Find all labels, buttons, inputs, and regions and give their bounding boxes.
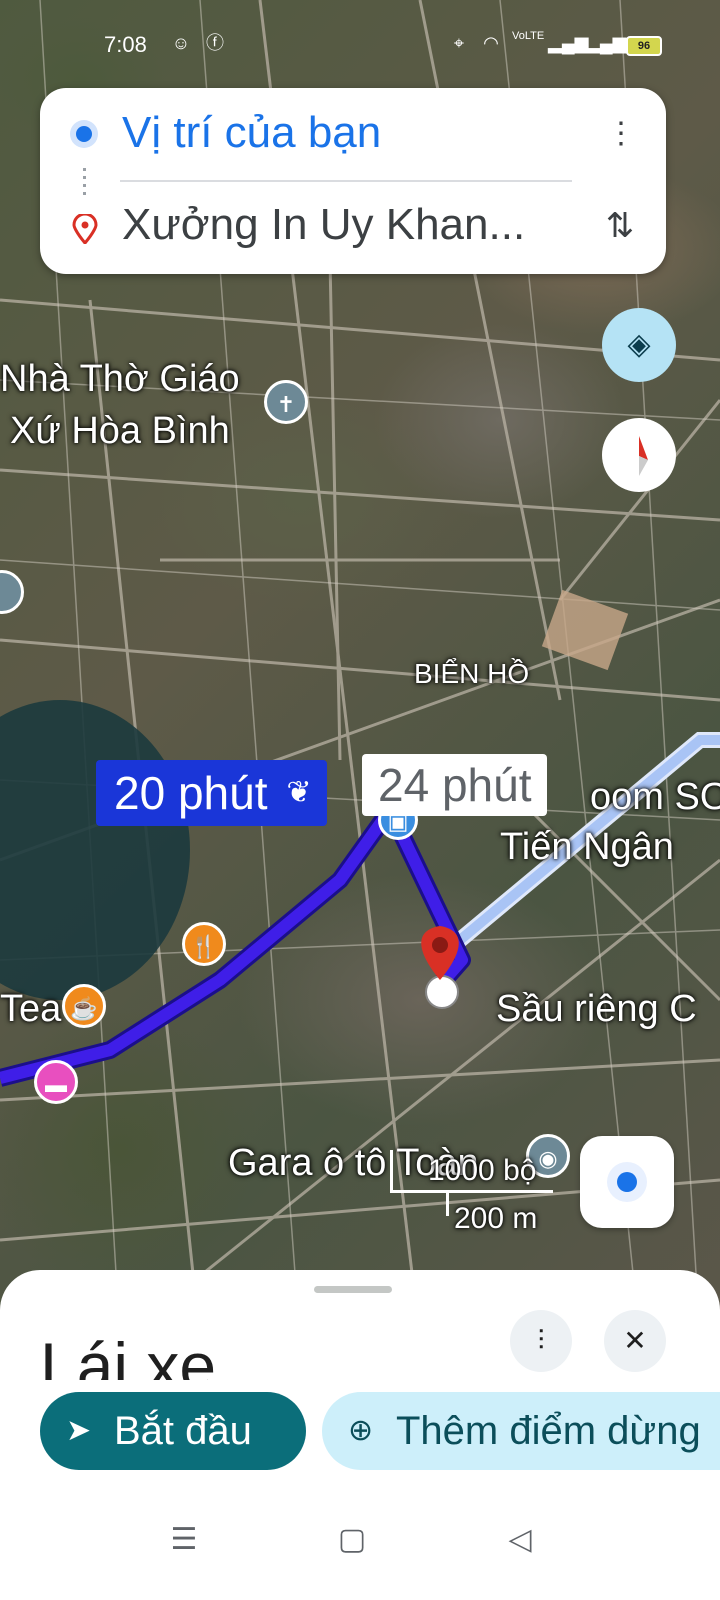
add-stop-icon: ⊕ <box>348 1414 374 1447</box>
tune-icon: ⫶ <box>537 1325 545 1356</box>
directions-card: Vị trí của bạn Xưởng In Uy Khan... ⋮ ⇅ <box>40 88 666 274</box>
church-icon[interactable]: ✝ <box>264 380 308 424</box>
my-location-button[interactable] <box>580 1136 674 1228</box>
layers-icon: ◈ <box>627 328 651 361</box>
navigation-arrow-icon: ➤ <box>66 1414 92 1447</box>
sheet-title: Lái xe <box>40 1329 217 1380</box>
scale-feet: 1000 bộ <box>428 1154 537 1187</box>
hotel-icon[interactable]: ▬ <box>34 1060 78 1104</box>
map-label-tea: Tea <box>0 988 62 1030</box>
start-label: Bắt đầu <box>114 1409 252 1453</box>
my-location-icon <box>617 1172 637 1192</box>
destination-marker-icon <box>72 214 98 244</box>
status-bar: 7:08 ☺ ⓕ ⌖ ◠ VoLTE ▂▄▆ ▂▄▆ 96 <box>0 28 720 62</box>
route-time-alt[interactable]: 24 phút <box>362 754 548 816</box>
scale-meters: 200 m <box>454 1202 538 1235</box>
map-label-area: BIỂN HỒ <box>414 658 530 689</box>
eco-leaf-icon: ❦ <box>286 776 312 809</box>
back-icon[interactable]: ◁ <box>500 1520 540 1560</box>
add-stop-button[interactable]: ⊕ Thêm điểm dừng <box>322 1392 720 1470</box>
menu-icon[interactable]: ☰ <box>164 1520 204 1560</box>
swap-icon[interactable]: ⇅ <box>600 204 640 248</box>
divider <box>120 180 572 182</box>
scale-tick <box>446 1190 449 1216</box>
system-nav-bar: ☰ ▢ ◁ <box>0 1490 720 1600</box>
map-view[interactable]: 7:08 ☺ ⓕ ⌖ ◠ VoLTE ▂▄▆ ▂▄▆ 96 Vị trí của… <box>0 0 720 1340</box>
origin-dot-icon <box>76 126 92 142</box>
map-label-sau-rieng: Sầu riêng C <box>496 988 697 1030</box>
home-icon[interactable]: ▢ <box>332 1520 372 1560</box>
restaurant-icon[interactable]: 🍴 <box>182 922 226 966</box>
destination-input[interactable]: Xưởng In Uy Khan... <box>122 200 525 250</box>
status-time: 7:08 <box>104 32 147 57</box>
route-time-primary-label: 20 phút <box>114 767 268 819</box>
signal-icon: ▂▄▆ <box>548 33 589 53</box>
compass-button[interactable] <box>602 418 676 492</box>
battery-icon: 96 <box>626 36 662 56</box>
route-time-primary[interactable]: 20 phút ❦ <box>96 760 328 826</box>
origin-input[interactable]: Vị trí của bạn <box>122 108 381 158</box>
map-label-church-1: Nhà Thờ Giáo <box>0 358 240 400</box>
wifi-icon: ◠ <box>483 33 499 53</box>
route-options-button[interactable]: ⫶ <box>510 1310 572 1372</box>
map-label-showroom: oom SO <box>590 776 720 818</box>
location-icon: ⌖ <box>453 33 465 53</box>
lake <box>0 700 190 1000</box>
layers-button[interactable]: ◈ <box>602 308 676 382</box>
signal-icon-2: ▂▄▆ <box>586 33 627 53</box>
start-button[interactable]: ➤ Bắt đầu <box>40 1392 306 1470</box>
smile-notification-icon: ☺ <box>171 33 191 53</box>
map-label-church-2: Xứ Hòa Bình <box>10 410 230 452</box>
close-button[interactable]: ✕ <box>604 1310 666 1372</box>
facebook-icon: ⓕ <box>206 33 224 53</box>
compass-icon <box>639 436 648 476</box>
close-icon: ✕ <box>623 1325 647 1356</box>
sheet-drag-handle[interactable] <box>314 1286 392 1293</box>
route-dots-icon <box>83 168 86 198</box>
map-label-tien-ngan: Tiến Ngân <box>500 826 674 868</box>
add-stop-label: Thêm điểm dừng <box>396 1409 701 1453</box>
more-options-icon[interactable]: ⋮ <box>606 114 636 154</box>
cafe-icon[interactable]: ☕ <box>62 984 106 1028</box>
volte-icon: VoLTE <box>512 30 545 42</box>
